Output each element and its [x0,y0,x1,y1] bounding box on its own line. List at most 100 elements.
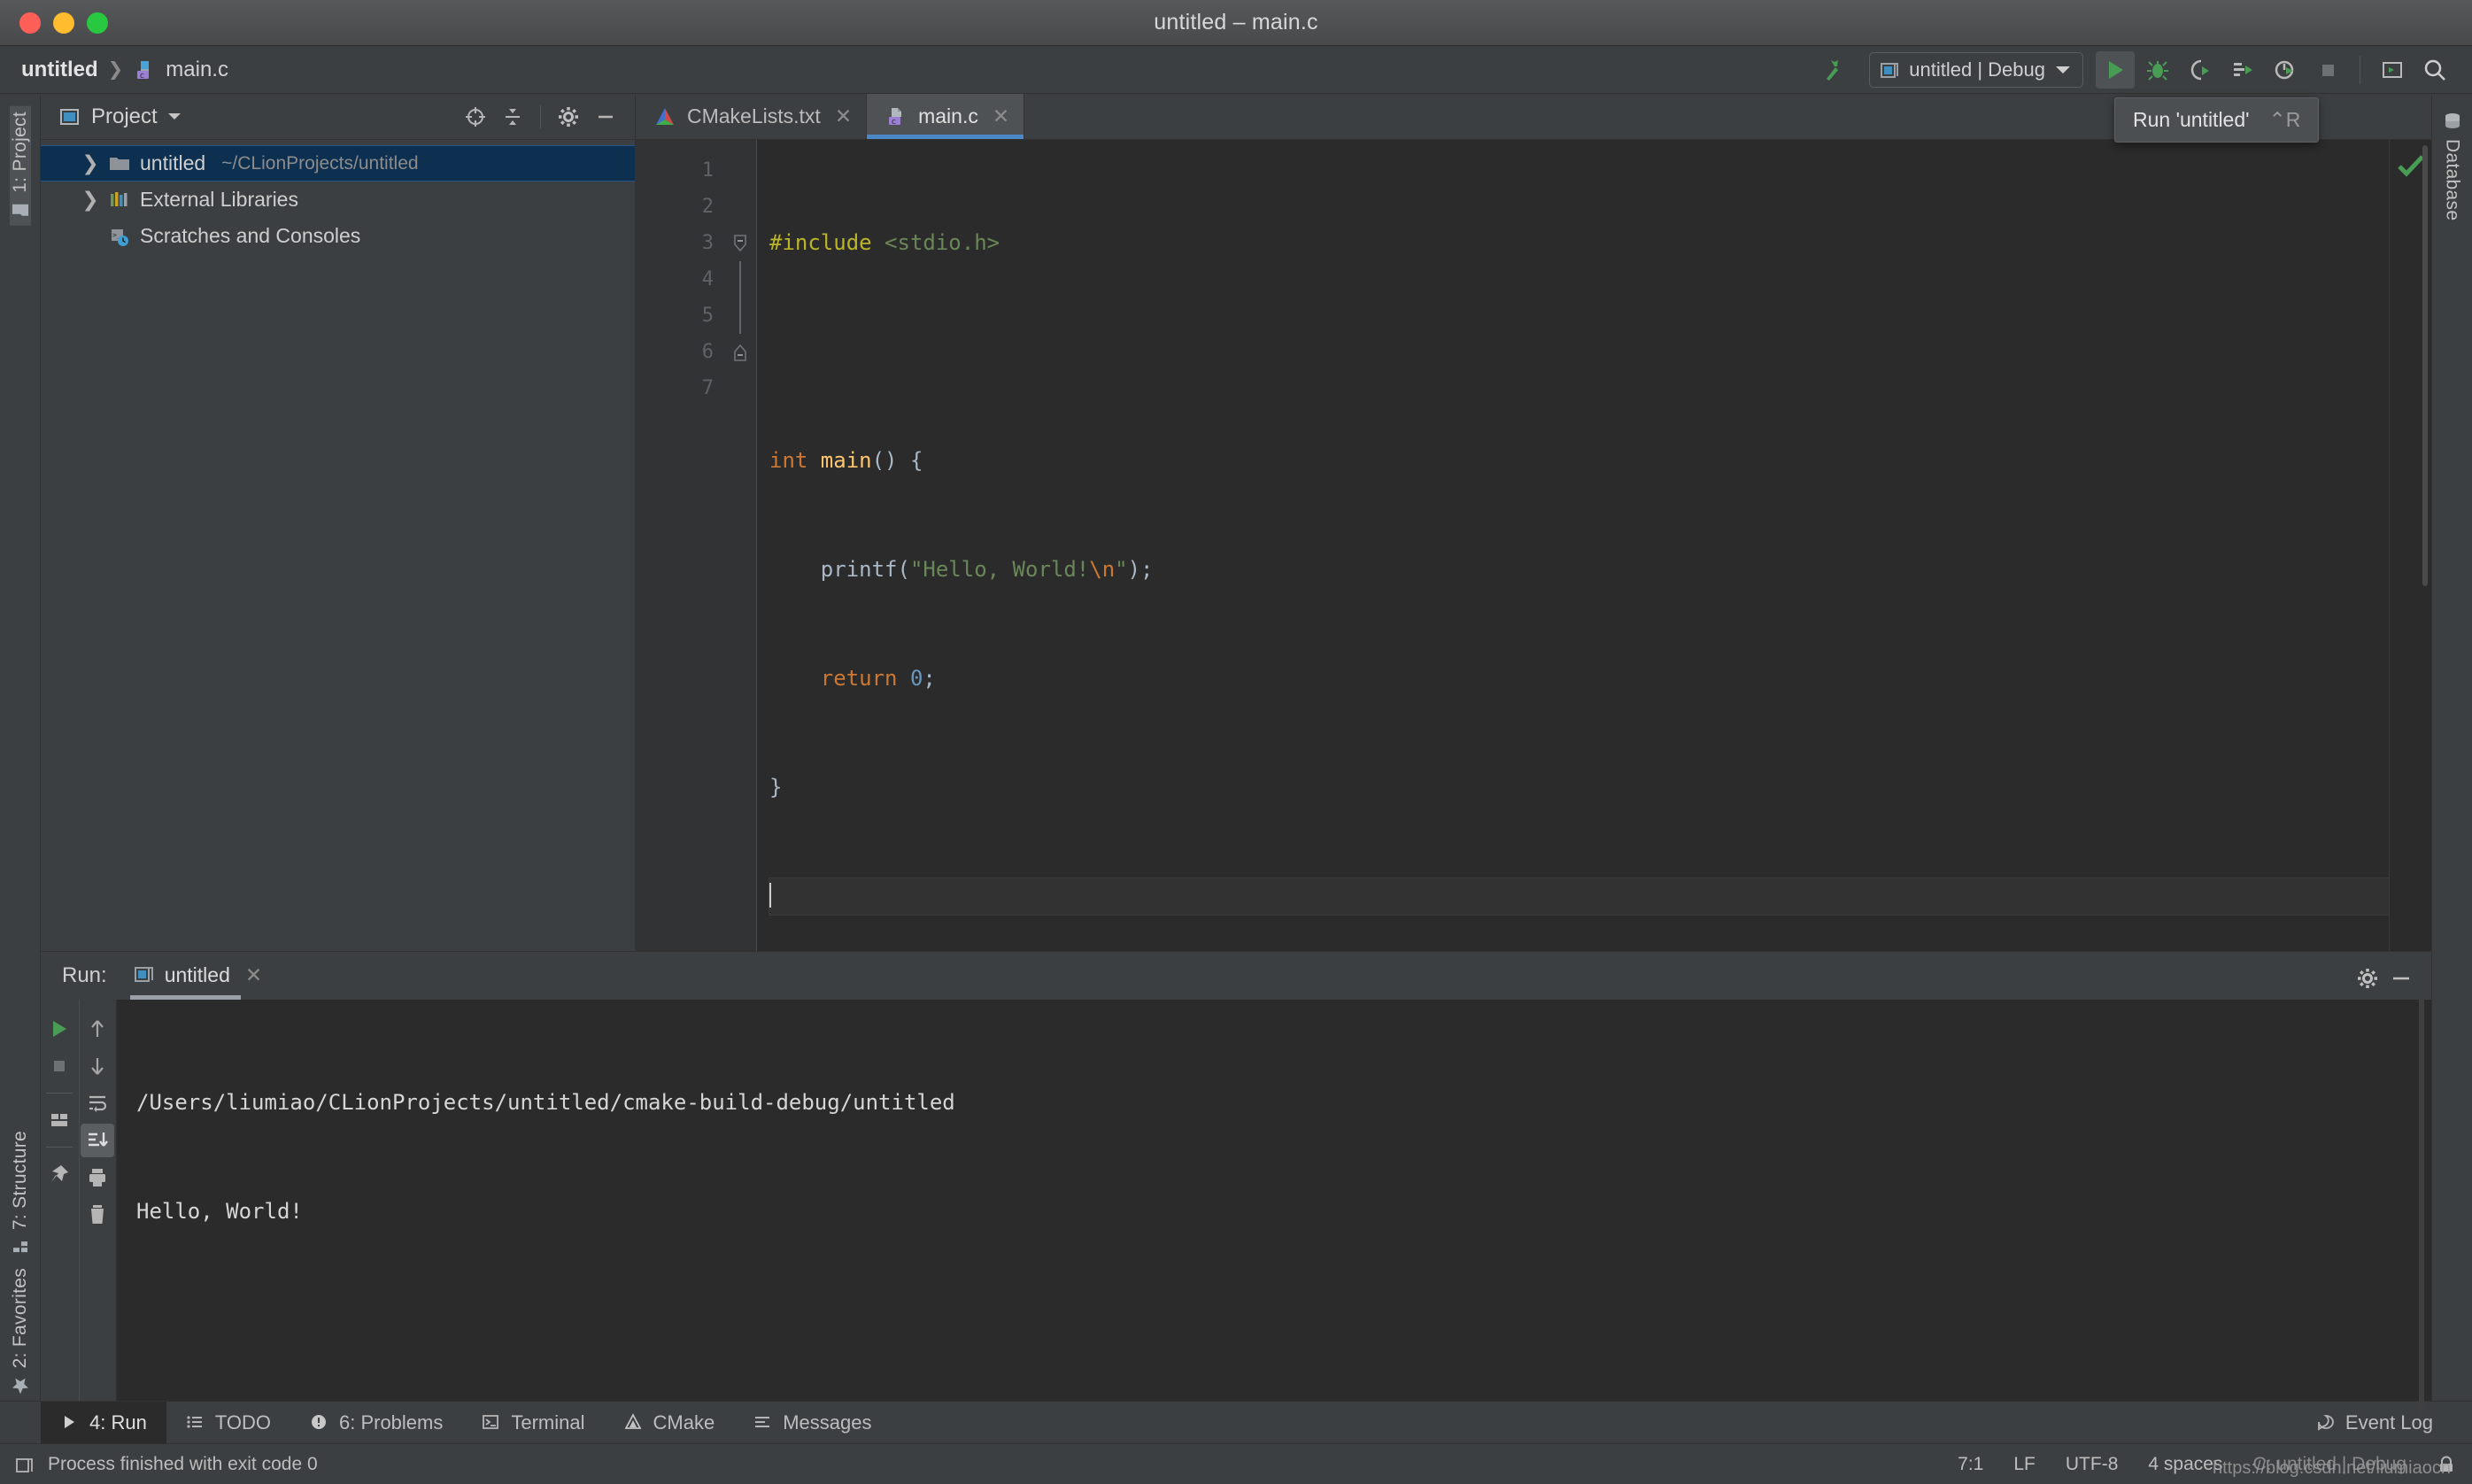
chevron-right-icon[interactable]: ❯ [81,188,99,212]
scroll-to-end-button[interactable] [81,1124,115,1157]
line-number: 3 [701,232,714,254]
caret-position[interactable]: 7:1 [1958,1454,1983,1475]
code-line-4: printf("Hello, World!\n"); [769,552,2389,588]
up-arrow-button[interactable] [81,1012,114,1046]
chevron-right-icon[interactable]: ❯ [81,151,99,175]
project-pane-title-label: Project [91,104,158,128]
navigation-bar: untitled ❯ c main.c untitled | Debug [0,46,2472,94]
status-widget-icon[interactable] [14,1455,34,1474]
tab-main-c[interactable]: c main.c ✕ [867,94,1025,139]
down-arrow-button[interactable] [81,1049,114,1083]
sidebar-item-structure[interactable]: 7: Structure [10,1125,31,1263]
chevron-right-icon: ❯ [107,59,124,80]
collapse-all-icon[interactable] [496,100,529,134]
project-pane-title[interactable]: Project [58,104,182,129]
fold-close-icon[interactable] [724,334,756,370]
minimize-icon[interactable] [2389,966,2409,985]
inspection-sidebar[interactable] [2389,140,2431,951]
inspection-ok-checkmark-icon[interactable] [2396,152,2426,179]
project-pane-header: Project [41,94,635,140]
svg-text:c: c [140,72,144,81]
run-button[interactable] [2096,50,2135,89]
toolbar-divider [46,1093,73,1094]
active-configuration[interactable]: C: untitled | Debug [2252,1454,2406,1475]
close-icon[interactable]: ✕ [993,104,1009,128]
layout-button[interactable] [42,1103,76,1137]
sidebar-item-favorites-label: 2: Favorites [9,1267,30,1368]
minimize-window-button[interactable] [53,12,74,34]
tooltip-text: Run 'untitled' [2133,108,2250,131]
editor-area: CMakeLists.txt ✕ c main.c ✕ 1 2 3 4 5 6 … [636,94,2431,951]
profile-button[interactable] [2223,51,2262,89]
code-line-3: int main() { [769,443,2389,479]
soft-wrap-button[interactable] [81,1086,114,1120]
tree-node-scratches[interactable]: >_ Scratches and Consoles [41,218,635,254]
breadcrumb-project[interactable]: untitled [21,58,98,82]
stop-button[interactable] [2308,51,2347,89]
main-body: 1: Project 7: Structure 2: Favorites Pro… [0,94,2472,1414]
code-token: <stdio.h> [885,230,1000,255]
code-token: \n [1089,557,1116,582]
run-console-output[interactable]: /Users/liumiao/CLionProjects/untitled/cm… [117,1000,2431,1414]
maximize-window-button[interactable] [87,12,108,34]
fold-open-icon[interactable] [724,225,756,261]
c-file-icon: c [133,58,156,81]
indent-setting[interactable]: 4 spaces [2148,1454,2222,1475]
code-token: 0 [909,666,923,691]
run-session-tab[interactable]: untitled ✕ [129,956,266,1000]
clear-all-button[interactable] [81,1198,114,1232]
close-icon[interactable]: ✕ [245,963,262,987]
sidebar-item-database-label: Database [2442,139,2463,221]
stop-button[interactable] [42,1049,76,1083]
tooltip-shortcut: ⌃R [2268,108,2301,131]
project-view-icon [58,105,81,128]
run-with-coverage-button[interactable] [2181,51,2220,89]
console-scrollbar[interactable] [2419,1000,2424,1414]
code-text[interactable]: #include <stdio.h> int main() { printf("… [756,140,2389,951]
attach-profiler-button[interactable] [2266,51,2305,89]
tab-cmakelists[interactable]: CMakeLists.txt ✕ [636,94,868,139]
code-token: () { [871,448,923,473]
text-caret [769,883,771,908]
print-button[interactable] [81,1161,114,1194]
file-encoding[interactable]: UTF-8 [2066,1454,2119,1475]
search-everywhere-button[interactable] [2415,51,2454,89]
run-tool-window-body: /Users/liumiao/CLionProjects/untitled/cm… [41,1000,2431,1414]
run-configuration-selector[interactable]: untitled | Debug [1869,51,2083,88]
tree-node-path: ~/CLionProjects/untitled [221,152,419,174]
code-token: printf( [769,557,910,582]
code-token: } [769,775,783,800]
code-token: ; [923,666,936,691]
breadcrumb-file[interactable]: main.c [166,58,228,82]
close-window-button[interactable] [19,12,41,34]
code-editor[interactable]: 1 2 3 4 5 6 7 #include <stdio.h> int mai… [636,140,2431,951]
lock-icon[interactable] [2437,1455,2456,1474]
traffic-lights [0,12,108,34]
sidebar-item-favorites[interactable]: 2: Favorites [10,1263,31,1401]
code-line-7 [769,878,2389,915]
close-icon[interactable]: ✕ [835,104,852,128]
run-toolbar-secondary [78,1000,117,1401]
tree-node-untitled[interactable]: ❯ untitled ~/CLionProjects/untitled [41,145,635,182]
open-in-terminal-button[interactable] [2373,51,2412,89]
line-separator[interactable]: LF [2013,1454,2036,1475]
pin-tab-button[interactable] [42,1157,76,1191]
editor-scrollbar[interactable] [2422,145,2428,586]
center-column: Project ❯ untitled ~/CLionProjects/untit… [41,94,2431,1414]
console-line: /Users/liumiao/CLionProjects/untitled/cm… [136,1090,955,1115]
rerun-button[interactable] [42,1012,76,1046]
gear-icon[interactable] [552,100,585,134]
scroll-from-source-icon[interactable] [459,100,492,134]
minimize-icon[interactable] [589,100,622,134]
build-hammer-button[interactable] [1814,51,1853,89]
sidebar-item-project[interactable]: 1: Project [9,106,31,226]
code-token: return [820,666,910,691]
sidebar-item-database[interactable]: Database [2442,106,2463,226]
debug-button[interactable] [2138,51,2177,89]
tree-node-external-libraries[interactable]: ❯ External Libraries [41,182,635,218]
run-session-label: untitled [164,962,230,986]
